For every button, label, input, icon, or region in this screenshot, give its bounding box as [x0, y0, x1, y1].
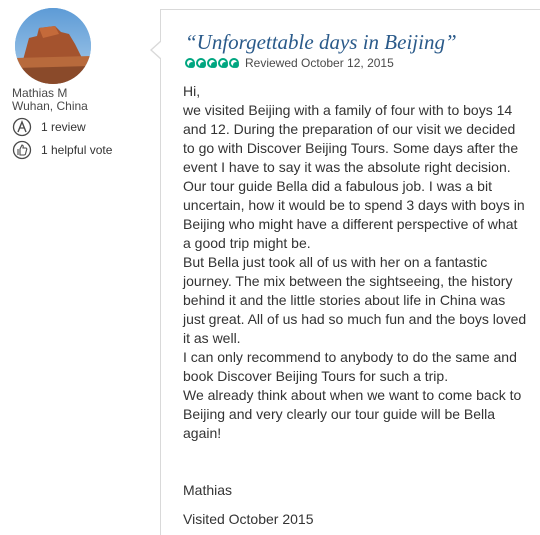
review-paragraph: I can only recommend to anybody to do th… [183, 349, 517, 384]
review-paragraph: But Bella just took all of us with her o… [183, 254, 527, 346]
rating-row: Reviewed October 12, 2015 [185, 56, 394, 70]
card-pointer-fill [152, 41, 162, 59]
reviewer-name[interactable]: Mathias M [12, 86, 67, 100]
reviewer-badge-icon [12, 117, 32, 137]
reviewer-profile: Mathias M Wuhan, China 1 review 1 helpfu… [0, 0, 150, 535]
rating-bubble-icon [196, 58, 206, 68]
thumbs-up-icon [12, 140, 32, 160]
review-title[interactable]: “Unforgettable days in Beijing” [185, 30, 457, 55]
rating-bubble-icon [218, 58, 228, 68]
review-count[interactable]: 1 review [12, 117, 86, 137]
review-paragraph: We already think about when we want to c… [183, 387, 522, 441]
reviewer-location: Wuhan, China [12, 99, 88, 113]
bubble-rating [185, 58, 240, 68]
review-signature: Mathias [183, 482, 233, 498]
visit-date: Visited October 2015 [183, 511, 314, 527]
review-paragraph: Our tour guide Bella did a fabulous job.… [183, 178, 525, 251]
rating-bubble-icon [229, 58, 239, 68]
rating-bubble-icon [207, 58, 217, 68]
review-count-label: 1 review [41, 120, 86, 134]
avatar-image [15, 8, 91, 84]
review-paragraph: we visited Beijing with a family of four… [183, 102, 519, 175]
helpful-votes[interactable]: 1 helpful vote [12, 140, 112, 160]
avatar[interactable] [15, 8, 91, 84]
review-paragraph: Hi, [183, 83, 201, 99]
review-body: Hi, we visited Beijing with a family of … [183, 82, 528, 443]
helpful-votes-label: 1 helpful vote [41, 143, 113, 157]
review-date: Reviewed October 12, 2015 [245, 56, 394, 70]
rating-bubble-icon [185, 58, 195, 68]
